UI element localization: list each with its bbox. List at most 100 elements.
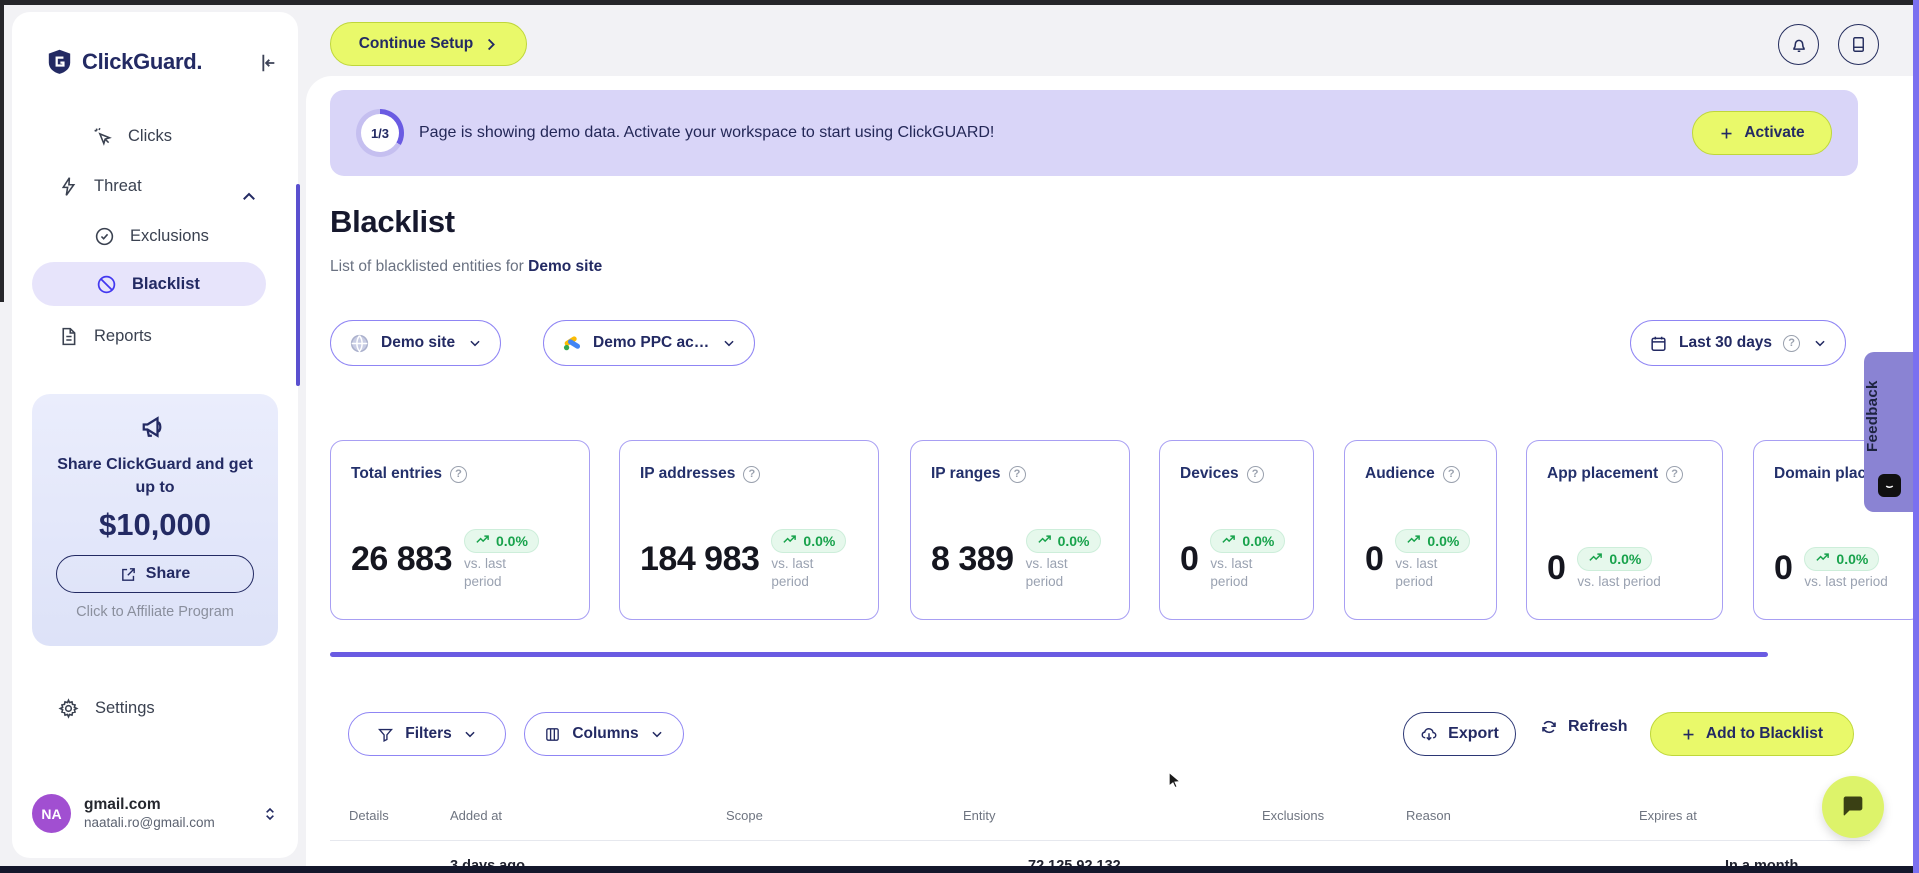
plus-icon <box>1721 128 1732 138</box>
sidebar-item-blacklist[interactable]: Blacklist <box>96 264 200 304</box>
chevron-up-icon[interactable] <box>240 188 258 206</box>
columns-icon <box>546 727 560 741</box>
delta-badge: 0.0% <box>1804 546 1880 571</box>
col-header-scope[interactable]: Scope <box>726 808 763 823</box>
sidebar-item-clicks[interactable]: Clicks <box>92 116 172 156</box>
stat-value: 0 <box>1365 540 1384 579</box>
chevron-down-icon <box>1815 340 1825 347</box>
help-icon: ? <box>1442 465 1460 483</box>
col-header-added-at[interactable]: Added at <box>450 808 502 823</box>
logo[interactable]: ClickGuard. <box>46 48 202 75</box>
add-to-blacklist-label: Add to Blacklist <box>1705 725 1824 742</box>
stat-value: 0 <box>1180 540 1199 579</box>
chevron-down-icon <box>470 340 480 347</box>
col-header-reason[interactable]: Reason <box>1406 808 1451 823</box>
external-link-icon <box>121 568 135 581</box>
stat-caption: vs. last period <box>1804 573 1888 589</box>
stat-title: Devices <box>1180 465 1239 482</box>
delta-badge: 0.0% <box>1210 528 1286 553</box>
page-vertical-scrollbar[interactable] <box>1913 0 1919 873</box>
stat-title: IP ranges <box>931 465 1001 482</box>
sidebar-item-exclusions[interactable]: Exclusions <box>94 216 209 256</box>
ban-icon <box>97 275 116 293</box>
refresh-button[interactable]: Refresh <box>1540 718 1628 736</box>
document-icon <box>62 327 76 345</box>
refresh-label: Refresh <box>1568 718 1628 735</box>
sidebar-collapse-icon[interactable] <box>256 52 278 74</box>
sidebar-item-label: Settings <box>95 699 155 717</box>
trend-up-icon <box>476 535 489 543</box>
chat-launcher-button[interactable] <box>1822 776 1884 838</box>
setup-progress-value: 1/3 <box>361 114 399 152</box>
stat-title: Total entries <box>351 465 443 482</box>
site-selector[interactable]: Demo site <box>330 320 502 366</box>
plus-icon <box>1683 729 1694 739</box>
setup-progress-ring: 1/3 <box>356 109 404 157</box>
trend-up-icon <box>1589 553 1603 562</box>
book-icon <box>1853 37 1864 52</box>
col-header-expires-at[interactable]: Expires at <box>1639 808 1697 823</box>
stat-caption: vs. last period <box>1577 573 1661 589</box>
export-button[interactable]: Export <box>1403 712 1516 756</box>
promo-text: Share ClickGuard and get up to <box>57 456 253 497</box>
col-header-details[interactable]: Details <box>349 808 389 823</box>
table-header-divider <box>330 840 1870 841</box>
sidebar-item-settings[interactable]: Settings <box>58 698 155 719</box>
date-range-selector[interactable]: Last 30 days ? <box>1630 320 1847 366</box>
sidebar: ClickGuard. Clicks Threat Exclusions Bla… <box>12 12 298 858</box>
user-email: naatali.ro@gmail.com <box>84 814 215 830</box>
filters-label: Filters <box>405 725 452 742</box>
clickguard-app: ClickGuard. Clicks Threat Exclusions Bla… <box>0 0 1919 873</box>
refresh-icon <box>1542 720 1556 734</box>
google-ads-icon <box>563 336 581 351</box>
sidebar-scrollbar[interactable] <box>296 184 300 386</box>
selector-icon <box>266 807 274 820</box>
trend-up-icon <box>1407 535 1421 543</box>
col-header-exclusions[interactable]: Exclusions <box>1262 808 1324 823</box>
export-label: Export <box>1448 725 1499 742</box>
main-panel: 1/3 Page is showing demo data. Activate … <box>306 76 1919 873</box>
sidebar-item-label: Threat <box>94 176 142 195</box>
add-to-blacklist-button[interactable]: Add to Blacklist <box>1650 712 1854 756</box>
stat-card-audience: Audience? 0 0.0% vs. last period <box>1344 440 1497 620</box>
megaphone-icon <box>142 416 162 438</box>
stat-caption: vs. last period <box>464 555 507 589</box>
site-selector-value: Demo site <box>381 334 456 351</box>
stat-card-total-entries: Total entries? 26 883 0.0% vs. last peri… <box>330 440 590 620</box>
mouse-cursor <box>1168 771 1182 789</box>
sidebar-item-reports[interactable]: Reports <box>58 316 152 356</box>
cards-horizontal-scrollbar[interactable] <box>330 652 1768 657</box>
share-button[interactable]: Share <box>56 555 254 594</box>
notifications-button[interactable] <box>1778 24 1819 65</box>
bolt-icon <box>61 176 76 196</box>
sidebar-item-label: Reports <box>94 326 152 345</box>
docs-button[interactable] <box>1838 24 1879 65</box>
delta-badge: 0.0% <box>1395 528 1471 553</box>
filters-dropdown[interactable]: Filters <box>348 712 506 756</box>
col-header-entity[interactable]: Entity <box>963 808 996 823</box>
trend-up-icon <box>783 535 797 543</box>
activate-label: Activate <box>1744 124 1805 141</box>
affiliate-promo-card[interactable]: Share ClickGuard and get up to $10,000 S… <box>32 394 278 646</box>
window-edge-top <box>0 0 1919 5</box>
cloud-download-icon <box>1421 728 1437 741</box>
ppc-account-selector[interactable]: Demo PPC ac… <box>543 320 756 366</box>
columns-label: Columns <box>572 725 639 742</box>
stat-value: 26 883 <box>351 540 453 579</box>
delta-badge: 0.0% <box>464 528 539 553</box>
trend-up-icon <box>1037 535 1051 543</box>
help-icon: ? <box>1008 465 1026 483</box>
subtitle-prefix: List of blacklisted entities for <box>330 258 529 275</box>
workspace-name: gmail.com <box>84 796 161 814</box>
stat-value: 184 983 <box>640 540 760 579</box>
feedback-tab[interactable]: Feedback <box>1864 352 1914 512</box>
sidebar-item-label: Clicks <box>128 126 172 145</box>
continue-setup-button[interactable]: Continue Setup <box>330 22 527 66</box>
continue-setup-label: Continue Setup <box>358 35 474 52</box>
workspace-switcher[interactable]: NA gmail.com naatali.ro@gmail.com <box>32 794 278 833</box>
sidebar-item-threat[interactable]: Threat <box>58 166 142 206</box>
stat-caption: vs. last period <box>1395 555 1438 589</box>
activate-button[interactable]: Activate <box>1692 111 1832 155</box>
trend-up-icon <box>1816 553 1830 562</box>
columns-dropdown[interactable]: Columns <box>524 712 684 756</box>
